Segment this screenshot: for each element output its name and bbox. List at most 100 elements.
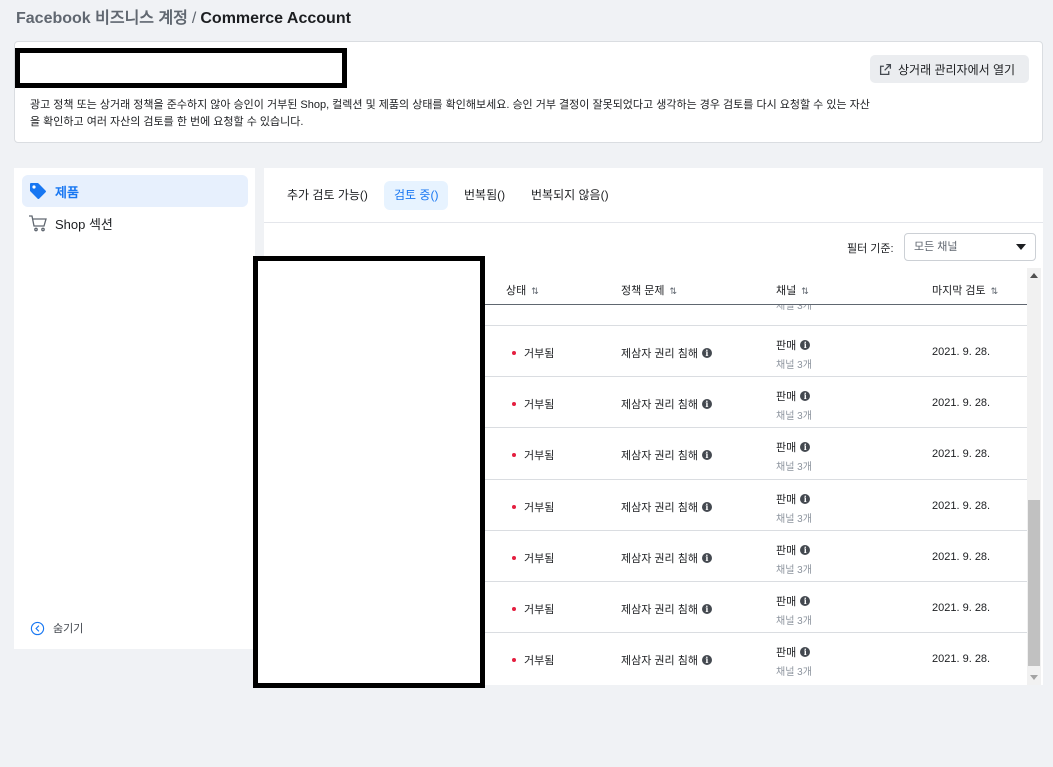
sort-icon: ⇅ <box>990 286 999 296</box>
scroll-down-arrow-icon[interactable] <box>1030 675 1038 680</box>
column-label: 상태 <box>506 285 527 297</box>
info-icon[interactable]: i <box>701 655 712 666</box>
policy-text: 제삼자 권리 침해 <box>621 501 698 514</box>
rejected-status-dot-icon <box>512 453 516 458</box>
rejected-status-dot-icon <box>512 504 516 509</box>
last-review-date: 2021. 9. 28. <box>932 653 991 666</box>
channel-sub-text: 채널 3개 <box>776 667 812 679</box>
channel-sub-text: 채널 3개 <box>776 411 812 423</box>
external-link-icon <box>879 63 892 75</box>
column-label: 채널 <box>776 285 797 297</box>
policy-text: 제삼자 권리 침해 <box>621 450 698 463</box>
tab-not-overturned[interactable]: 번복되지 않음() <box>521 181 619 210</box>
rejected-status-dot-icon <box>512 606 516 611</box>
breadcrumb-root-link[interactable]: Facebook 비즈니스 계정 <box>16 10 188 27</box>
column-label: 정책 문제 <box>621 285 665 297</box>
chevron-left-circle-icon <box>30 621 45 635</box>
status-cell: 거부됨 <box>512 499 554 515</box>
info-icon[interactable]: i <box>800 391 811 402</box>
policy-cell: 제삼자 권리 침해 i <box>621 499 712 515</box>
status-cell: 거부됨 <box>512 550 554 566</box>
channel-cell: 판매 i 채널 3개 <box>776 593 812 627</box>
sidebar-item-label: Shop 섹션 <box>55 216 113 232</box>
policy-cell: 제삼자 권리 침해 i <box>621 652 712 668</box>
redacted-product-column <box>253 256 485 688</box>
breadcrumb-current: Commerce Account <box>200 10 351 27</box>
info-icon[interactable]: i <box>800 340 811 350</box>
status-cell: 거부됨 <box>512 396 554 412</box>
status-text: 거부됨 <box>524 501 555 514</box>
info-icon[interactable]: i <box>800 595 811 606</box>
info-icon[interactable]: i <box>800 442 811 453</box>
open-button-label: 상거래 관리자에서 열기 <box>898 62 1016 77</box>
info-icon[interactable]: i <box>701 603 712 614</box>
sort-icon: ⇅ <box>669 286 678 296</box>
status-cell: 거부됨 <box>512 652 554 668</box>
column-header-last-review[interactable]: 마지막 검토 ⇅ <box>932 282 998 298</box>
sort-icon: ⇅ <box>531 286 539 296</box>
table-scrollbar[interactable] <box>1027 268 1041 685</box>
policy-cell: 제삼자 권리 침해 i <box>621 550 712 566</box>
collapse-sidebar-button[interactable]: 숨기기 <box>30 620 83 636</box>
scroll-up-arrow-icon[interactable] <box>1030 273 1038 278</box>
info-icon[interactable]: i <box>701 450 712 461</box>
sidebar-item-label: 제품 <box>55 184 79 200</box>
policy-cell: 제삼자 권리 침해 i <box>621 447 712 463</box>
channel-cell: 판매 i 채널 3개 <box>776 644 812 678</box>
channel-cell: 판매 i 채널 3개 <box>776 388 812 422</box>
tab-in-review[interactable]: 검토 중() <box>384 181 449 210</box>
channel-text: 판매 <box>776 442 797 455</box>
info-icon[interactable]: i <box>800 493 811 504</box>
channel-cell: 판매 i 채널 3개 <box>776 439 812 473</box>
policy-text: 제삼자 권리 침해 <box>621 655 698 668</box>
column-header-status[interactable]: 상태 ⇅ <box>506 282 539 298</box>
policy-text: 제삼자 권리 침해 <box>621 552 698 565</box>
cart-icon <box>29 215 47 232</box>
column-header-channel[interactable]: 채널 ⇅ <box>776 282 809 298</box>
tag-icon <box>30 183 46 199</box>
status-cell: 거부됨 <box>512 601 554 617</box>
last-review-date: 2021. 9. 28. <box>932 550 991 563</box>
status-cell: 거부됨 <box>512 447 554 463</box>
partial-row-channel-sub: 채널 3개 <box>776 305 812 312</box>
channel-sub-text: 채널 3개 <box>776 615 812 627</box>
policy-text: 제삼자 권리 침해 <box>621 399 698 412</box>
channel-filter-select[interactable]: 모든 채널 <box>904 233 1036 261</box>
status-cell: 거부됨 <box>512 345 554 361</box>
channel-text: 판매 <box>776 595 797 608</box>
tab-review-available[interactable]: 추가 검토 가능() <box>277 181 378 210</box>
info-icon[interactable]: i <box>800 544 811 555</box>
rejected-status-dot-icon <box>512 555 516 560</box>
info-icon[interactable]: i <box>701 348 712 358</box>
channel-text: 판매 <box>776 391 797 404</box>
info-description: 광고 정책 또는 상거래 정책을 준수하지 않아 승인이 거부된 Shop, 컬… <box>30 99 870 128</box>
channel-text: 판매 <box>776 340 797 352</box>
policy-text: 제삼자 권리 침해 <box>621 603 698 616</box>
info-icon[interactable]: i <box>701 399 712 410</box>
scroll-thumb[interactable] <box>1028 500 1040 666</box>
policy-cell: 제삼자 권리 침해 i <box>621 601 712 617</box>
channel-cell: 판매 i 채널 3개 <box>776 337 812 371</box>
tab-overturned[interactable]: 번복됨() <box>454 181 515 210</box>
status-text: 거부됨 <box>524 348 555 360</box>
channel-cell: 판매 i 채널 3개 <box>776 542 812 576</box>
policy-cell: 제삼자 권리 침해 i <box>621 345 712 361</box>
breadcrumb: Facebook 비즈니스 계정 / Commerce Account <box>16 9 351 29</box>
column-header-policy[interactable]: 정책 문제 ⇅ <box>621 282 677 298</box>
breadcrumb-separator: / <box>191 10 197 27</box>
filter-selected-value: 모든 채널 <box>914 241 958 253</box>
info-icon[interactable]: i <box>800 647 811 658</box>
channel-text: 판매 <box>776 544 797 557</box>
last-review-date: 2021. 9. 28. <box>932 499 991 512</box>
last-review-date: 2021. 9. 28. <box>932 346 991 358</box>
status-text: 거부됨 <box>524 603 555 616</box>
channel-text: 판매 <box>776 493 797 506</box>
info-icon[interactable]: i <box>701 501 712 512</box>
last-review-date: 2021. 9. 28. <box>932 601 991 614</box>
rejected-status-dot-icon <box>512 402 516 407</box>
collapse-label: 숨기기 <box>53 623 84 635</box>
info-icon[interactable]: i <box>701 552 712 563</box>
sidebar-item-products[interactable]: 제품 <box>22 175 248 207</box>
sidebar-item-shop-sections[interactable]: Shop 섹션 <box>22 207 248 239</box>
open-in-commerce-manager-button[interactable]: 상거래 관리자에서 열기 <box>870 55 1029 83</box>
